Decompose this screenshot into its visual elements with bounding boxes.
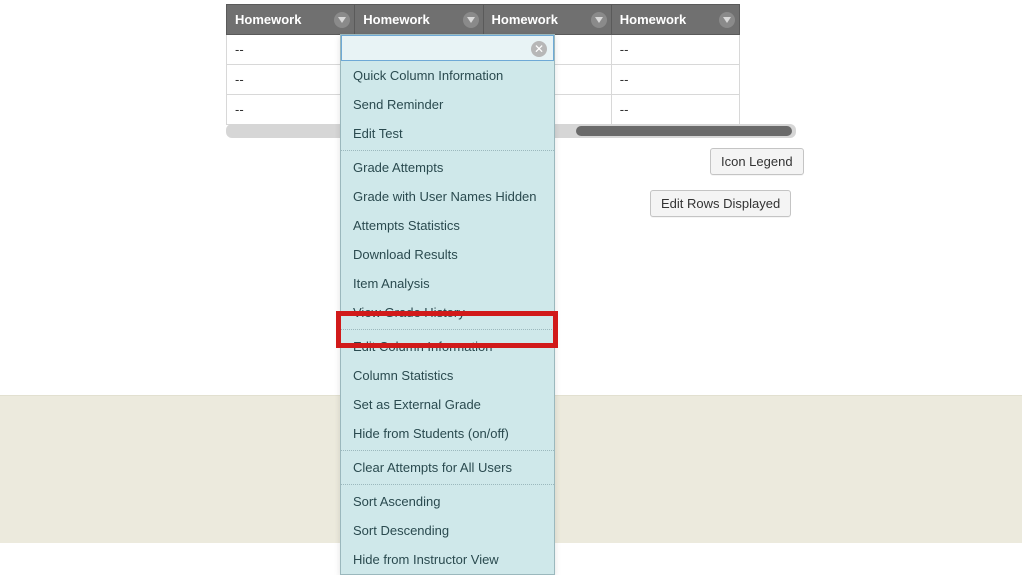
chevron-down-icon[interactable] xyxy=(463,12,479,28)
column-header-label: Homework xyxy=(620,12,686,27)
menu-item[interactable]: Send Reminder xyxy=(341,90,554,119)
icon-legend-button[interactable]: Icon Legend xyxy=(710,148,804,175)
edit-rows-button[interactable]: Edit Rows Displayed xyxy=(650,190,791,217)
column-header[interactable]: Homework xyxy=(483,5,611,35)
column-context-menu: ✕ Quick Column Information Send Reminder… xyxy=(340,34,555,575)
column-header[interactable]: Homework xyxy=(355,5,483,35)
menu-item[interactable]: Set as External Grade xyxy=(341,390,554,419)
menu-divider xyxy=(341,329,554,330)
menu-divider xyxy=(341,150,554,151)
menu-item[interactable]: Item Analysis xyxy=(341,269,554,298)
menu-item[interactable]: Grade Attempts xyxy=(341,153,554,182)
grade-cell[interactable]: -- xyxy=(611,95,739,125)
menu-divider xyxy=(341,450,554,451)
column-header-label: Homework xyxy=(363,12,429,27)
grade-cell[interactable]: -- xyxy=(227,65,355,95)
menu-item[interactable]: Clear Attempts for All Users xyxy=(341,453,554,482)
menu-search-row: ✕ xyxy=(341,35,554,61)
scrollbar-thumb[interactable] xyxy=(576,126,792,136)
column-header[interactable]: Homework xyxy=(611,5,739,35)
close-icon[interactable]: ✕ xyxy=(531,41,547,57)
menu-item[interactable]: Hide from Instructor View xyxy=(341,545,554,574)
menu-item[interactable]: View Grade History xyxy=(341,298,554,327)
menu-item[interactable]: Download Results xyxy=(341,240,554,269)
menu-item[interactable]: Quick Column Information xyxy=(341,61,554,90)
grade-cell[interactable]: -- xyxy=(611,65,739,95)
menu-item[interactable]: Sort Descending xyxy=(341,516,554,545)
column-header-label: Homework xyxy=(235,12,301,27)
chevron-down-icon[interactable] xyxy=(719,12,735,28)
menu-item[interactable]: Column Statistics xyxy=(341,361,554,390)
grade-cell[interactable]: -- xyxy=(227,35,355,65)
chevron-down-icon[interactable] xyxy=(334,12,350,28)
column-header[interactable]: Homework xyxy=(227,5,355,35)
grade-cell[interactable]: -- xyxy=(227,95,355,125)
menu-item[interactable]: Attempts Statistics xyxy=(341,211,554,240)
menu-item[interactable]: Edit Test xyxy=(341,119,554,148)
column-header-label: Homework xyxy=(492,12,558,27)
menu-item-edit-column-info[interactable]: Edit Column Information xyxy=(341,332,554,361)
menu-item[interactable]: Grade with User Names Hidden xyxy=(341,182,554,211)
grade-cell[interactable]: -- xyxy=(611,35,739,65)
chevron-down-icon[interactable] xyxy=(591,12,607,28)
menu-divider xyxy=(341,484,554,485)
menu-item[interactable]: Sort Ascending xyxy=(341,487,554,516)
menu-item[interactable]: Hide from Students (on/off) xyxy=(341,419,554,448)
